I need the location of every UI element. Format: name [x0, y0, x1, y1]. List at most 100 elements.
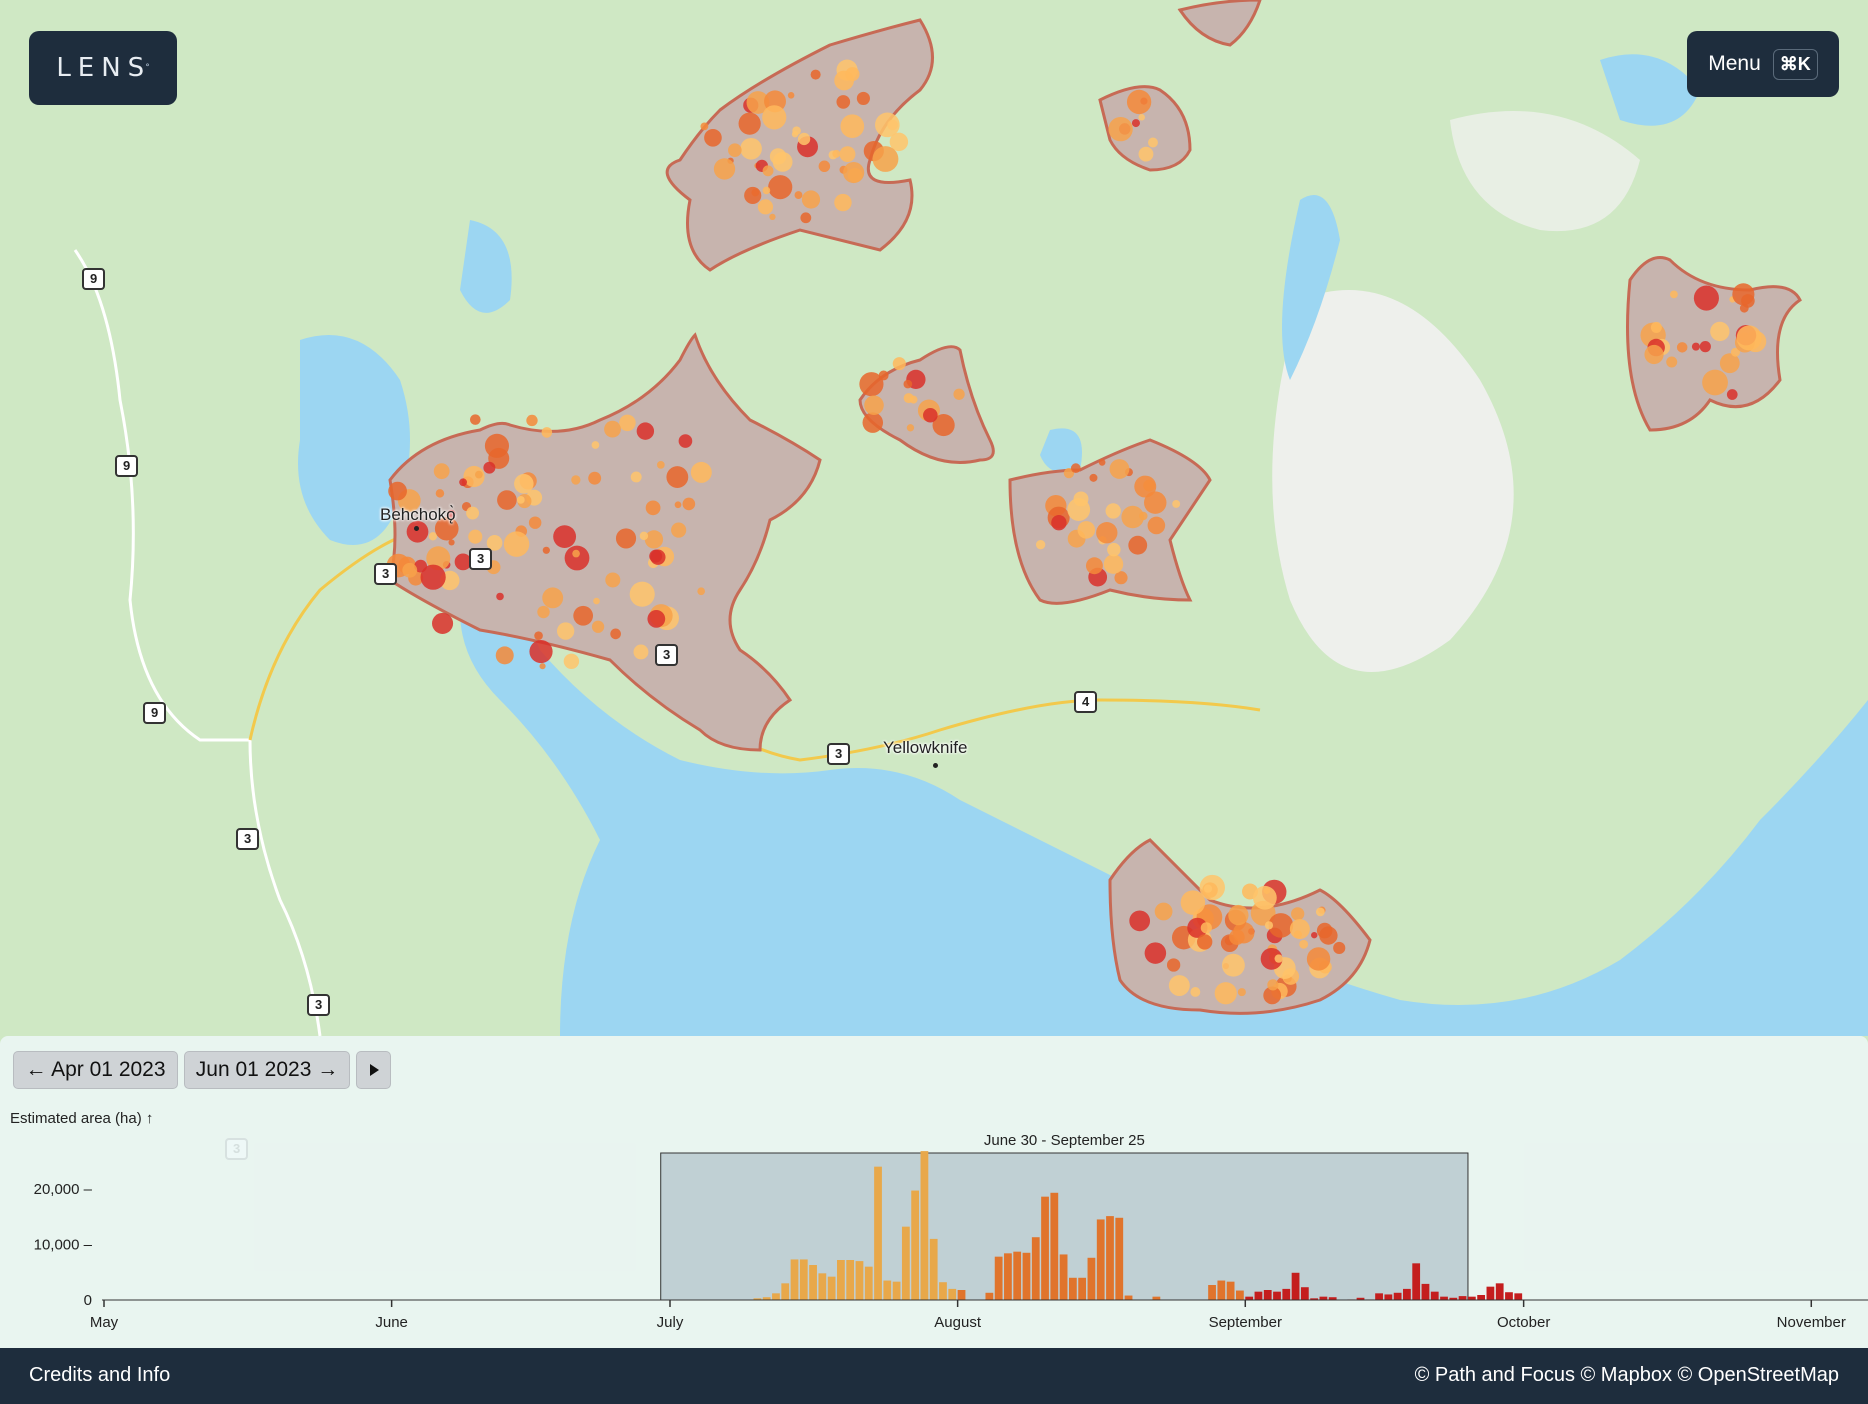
credits-link[interactable]: Credits and Info [29, 1364, 170, 1387]
area-bar [1115, 1217, 1124, 1300]
hotspot [1129, 910, 1151, 932]
next-range-button[interactable]: Jun 01 2023 → [184, 1051, 350, 1089]
hotspot [1333, 941, 1346, 955]
hotspot [496, 592, 504, 601]
hotspot [1197, 934, 1213, 950]
hotspot [1070, 463, 1081, 474]
x-tick-label: May [90, 1314, 119, 1331]
hotspot [738, 112, 761, 135]
hotspot [1035, 540, 1046, 550]
area-bar [1273, 1291, 1281, 1300]
hotspot [856, 91, 870, 105]
hotspot [818, 160, 831, 173]
play-button[interactable] [356, 1051, 391, 1089]
hotspot [553, 525, 577, 549]
hotspot [542, 546, 550, 554]
hotspot [1051, 515, 1067, 531]
menu-button[interactable]: Menu ⌘K [1687, 31, 1839, 97]
area-bar-chart[interactable]: June 30 - September 25 20,000 – 10,000 – 0… [0, 1120, 1868, 1348]
selection-label: June 30 - September 25 [984, 1132, 1145, 1149]
area-bar [939, 1282, 947, 1300]
attribution-text: © Path and Focus © Mapbox © OpenStreetMa… [1414, 1364, 1839, 1386]
hotspot [740, 137, 762, 160]
hotspot [1676, 342, 1688, 353]
hotspot [1144, 491, 1167, 514]
place-label-behchoko: Behchokǫ̀ [380, 505, 456, 524]
hotspot [769, 213, 776, 220]
play-icon [369, 1064, 379, 1076]
hotspot [1732, 283, 1755, 306]
hotspot [801, 190, 821, 209]
hotspot [591, 620, 605, 633]
route-shield-3: 3 [236, 828, 260, 850]
hotspot [573, 605, 594, 626]
area-bar [883, 1280, 892, 1300]
hotspot [435, 489, 445, 498]
hotspot [768, 175, 793, 200]
hotspot [528, 516, 542, 529]
hotspot [630, 471, 642, 483]
hotspot [862, 412, 884, 433]
area-bar [846, 1260, 855, 1300]
area-bar [1087, 1257, 1096, 1300]
hotspot [1190, 987, 1201, 997]
hotspot [615, 528, 637, 549]
area-bar [1124, 1295, 1133, 1300]
hotspot [903, 393, 914, 404]
hotspot [810, 69, 821, 80]
hotspot [859, 372, 884, 397]
hotspot [704, 128, 722, 147]
area-bar [994, 1256, 1003, 1300]
hotspot [1108, 116, 1133, 142]
app-logo[interactable]: LENS ° [29, 31, 177, 105]
hotspot [682, 497, 696, 511]
hotspot [843, 161, 865, 184]
hotspot [1274, 954, 1283, 963]
place-label-yellowknife: Yellowknife [883, 738, 968, 757]
logo-text: LENS [56, 53, 152, 83]
hotspot [1089, 473, 1098, 482]
area-bar [790, 1259, 799, 1300]
area-bar [1477, 1295, 1486, 1300]
hotspot [470, 414, 481, 425]
hotspot [1221, 953, 1245, 977]
hotspot [1107, 542, 1121, 557]
hotspot [1267, 979, 1279, 991]
hotspot [542, 587, 564, 609]
area-bar [864, 1266, 873, 1300]
area-bar [855, 1261, 864, 1300]
area-bar [985, 1292, 994, 1300]
hotspot [678, 434, 693, 448]
hotspot [497, 490, 517, 510]
hotspot [1264, 921, 1274, 930]
area-bar [1068, 1277, 1077, 1300]
hotspot [845, 67, 860, 82]
route-shield-3: 3 [469, 548, 493, 570]
menu-label: Menu [1708, 52, 1761, 75]
hotspot [644, 530, 664, 549]
y-tick-label: 20,000 – [34, 1181, 93, 1198]
route-shield-9: 9 [82, 268, 106, 290]
hotspot [1291, 907, 1305, 921]
hotspot [588, 471, 602, 485]
area-bar [1300, 1287, 1309, 1300]
hotspot [1096, 522, 1118, 544]
hotspot [744, 186, 762, 205]
prev-range-button[interactable]: ← Apr 01 2023 [13, 1051, 178, 1089]
hotspot [923, 407, 938, 423]
hotspot [1232, 921, 1255, 944]
hotspot [459, 478, 467, 487]
hotspot [840, 114, 865, 139]
hotspot [1103, 554, 1124, 574]
hotspot [1228, 904, 1249, 926]
area-bar [1412, 1263, 1421, 1300]
hotspot [503, 531, 530, 557]
area-bar [1458, 1296, 1467, 1300]
area-bar [1013, 1251, 1022, 1300]
hotspot [516, 495, 525, 504]
hotspot [787, 92, 795, 99]
hotspot [645, 500, 661, 516]
hotspot [887, 119, 898, 131]
area-bar [929, 1238, 938, 1300]
area-bar [818, 1273, 827, 1300]
